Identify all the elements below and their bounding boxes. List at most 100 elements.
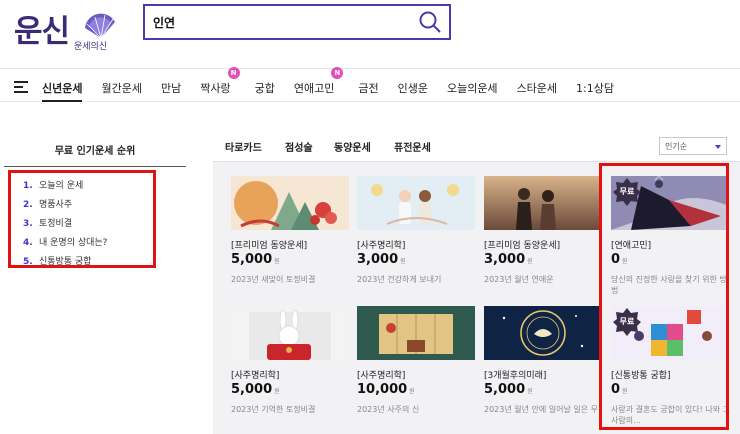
product-price: 10,000 원 [357, 382, 415, 397]
product-desc: 2023년 건강하게 보내기 [357, 275, 442, 284]
product-desc: 사랑과 결혼도 궁합이 있다! 나와 그사람의... [611, 405, 730, 425]
product-price: 3,000 원 [357, 252, 406, 267]
product-thumbnail [484, 306, 602, 360]
nav-item-label: 연애고민 [293, 82, 335, 95]
product-title: [프리미엄 동양운세] [231, 241, 308, 251]
nav-item-label: 짝사랑 [200, 82, 231, 95]
product-card[interactable]: [프리미엄 동양운세] 5,000 원 2023년 새맞이 토정비결 [231, 176, 349, 300]
product-price: 3,000 원 [484, 252, 533, 267]
ranking-item[interactable]: 3. 토정비결 [23, 215, 153, 234]
sort-selected: 인기순 [665, 142, 688, 151]
product-desc: 당신의 진정한 사랑을 찾기 위한 방법 [611, 275, 727, 295]
product-price: 0원 [611, 252, 628, 267]
product-card[interactable]: [프리미엄 동양운세] 3,000 원 2023년 월년 연애운 [484, 176, 602, 300]
product-title: [연애고민] [611, 241, 652, 251]
ranking-list: 1. 오늘의 운세 2. 명품사주 3. 토정비결 4. 내 운명의 상대는? 5. 신통방통 궁… [8, 170, 156, 268]
ranking-label: 오늘의 운세 [39, 181, 84, 191]
ranking-number: 4. [23, 238, 33, 248]
nav-item-label: 신년운세 [42, 82, 83, 95]
product-price: 5,000 원 [231, 382, 280, 397]
product-thumbnail [357, 306, 475, 360]
ranking-number: 1. [23, 181, 33, 191]
free-badge: 무료 [613, 308, 641, 336]
product-price: 5,000 원 [231, 252, 280, 267]
product-price: 0원 [611, 382, 628, 397]
product-card[interactable]: 무료 [연애고민] 0원 당신의 진정한 사랑을 찾기 위한 방법 [611, 176, 729, 300]
product-card[interactable]: 무료 [신통방통 궁합] 0원 사랑과 결혼도 궁합이 있다! 나와 그사람의.… [611, 306, 730, 430]
product-thumbnail [484, 176, 602, 230]
category-tabs: 타로카드 점성술 동양운세 퓨전운세 인기순 [213, 130, 740, 162]
ranking-number: 3. [23, 219, 33, 229]
search-input[interactable] [153, 12, 413, 32]
ranking-label: 명품사주 [39, 200, 73, 210]
product-card[interactable]: [사주명리학] 5,000 원 2023년 기억한 토정비결 [231, 306, 349, 430]
logo-text: 운신 [14, 14, 70, 50]
nav-item-label: 오늘의운세 [446, 82, 498, 95]
nav-item[interactable]: 궁합 [255, 69, 275, 102]
product-thumbnail [231, 306, 349, 360]
nav-item-label: 궁합 [254, 82, 275, 95]
product-title: [3개월후의미래] [484, 371, 547, 381]
nav-item-label: 금전 [358, 82, 379, 95]
nav-item-label: 월간운세 [101, 82, 142, 95]
tab-tarot[interactable]: 타로카드 [225, 139, 262, 154]
search-box [143, 4, 451, 40]
product-desc: 2023년 기억한 토정비결 [231, 405, 316, 414]
product-thumbnail [231, 176, 349, 230]
product-title: [사주명리학] [357, 371, 406, 381]
product-title: [사주명리학] [231, 371, 280, 381]
main-nav: 신년운세 월간운세 만남 짝사랑 N 궁합 연애고민 N 금전 인생운 오늘의운세 스타운세 1:1상담 [0, 67, 740, 102]
nav-item[interactable]: 인생운 [398, 69, 428, 102]
nav-items: 신년운세 월간운세 만남 짝사랑 N 궁합 연애고민 N 금전 인생운 오늘의운세 스타운세 1:1상담 [42, 67, 633, 102]
sort-select[interactable]: 인기순 [659, 137, 727, 155]
nav-item[interactable]: 월간운세 [101, 69, 141, 102]
ranking-label: 신통방통 궁합 [39, 257, 92, 267]
logo-subtitle: 운세의신 [74, 42, 108, 52]
nav-item[interactable]: 오늘의운세 [447, 69, 498, 102]
product-card[interactable]: [3개월후의미래] 5,000 원 2023년 월년 안에 일어날 일은 무 [484, 306, 602, 430]
ranking-label: 내 운명의 상대는? [39, 238, 108, 248]
site-logo[interactable]: 운신 운세의신 [14, 6, 124, 54]
product-card[interactable]: [사주명리학] 10,000 원 2023년 사주의 신 [357, 306, 475, 430]
search-icon[interactable] [417, 9, 443, 35]
tab-fusion[interactable]: 퓨전운세 [394, 139, 431, 154]
ranking-item[interactable]: 2. 명품사주 [23, 196, 153, 215]
nav-item[interactable]: 금전 [358, 69, 378, 102]
nav-item[interactable]: 신년운세 [42, 69, 83, 102]
product-price: 5,000 원 [484, 382, 533, 397]
new-badge: N [331, 67, 344, 79]
hamburger-menu-icon[interactable] [14, 81, 28, 93]
free-badge: 무료 [613, 178, 641, 206]
nav-item-label: 인생운 [397, 82, 428, 95]
ranking-item[interactable]: 4. 내 운명의 상대는? [23, 234, 153, 253]
product-title: [프리미엄 동양운세] [484, 241, 561, 251]
nav-item[interactable]: 짝사랑 N [200, 67, 240, 102]
product-card[interactable]: [사주명리학] 3,000 원 2023년 건강하게 보내기 [357, 176, 475, 300]
product-desc: 2023년 새맞이 토정비결 [231, 275, 316, 284]
tab-eastern[interactable]: 동양운세 [334, 139, 371, 154]
chevron-down-icon [715, 145, 721, 149]
ranking-item[interactable]: 5. 신통방통 궁합 [23, 253, 153, 272]
ranking-title: 무료 인기운세 순위 [54, 146, 136, 157]
product-desc: 2023년 사주의 신 [357, 405, 420, 414]
new-badge: N [227, 67, 240, 79]
ranking-number: 5. [23, 257, 33, 267]
nav-item[interactable]: 연애고민 N [293, 67, 344, 102]
product-thumbnail [357, 176, 475, 230]
nav-item-label: 스타운세 [516, 82, 558, 95]
product-desc: 2023년 월년 연애운 [484, 275, 554, 284]
nav-item[interactable]: 1:1상담 [576, 69, 614, 102]
nav-item[interactable]: 만남 [161, 69, 181, 102]
fan-icon [85, 13, 115, 39]
ranking-item[interactable]: 1. 오늘의 운세 [23, 177, 153, 196]
nav-item-label: 만남 [160, 82, 182, 95]
product-title: [신통방통 궁합] [611, 371, 671, 381]
nav-item-label: 1:1상담 [576, 82, 614, 95]
nav-item[interactable]: 스타운세 [517, 69, 557, 102]
tab-astrology[interactable]: 점성술 [285, 139, 313, 154]
ranking-divider [4, 166, 186, 167]
product-desc: 2023년 월년 안에 일어날 일은 무 [484, 405, 599, 414]
product-title: [사주명리학] [357, 241, 406, 251]
ranking-label: 토정비결 [39, 219, 73, 229]
ranking-number: 2. [23, 200, 33, 210]
